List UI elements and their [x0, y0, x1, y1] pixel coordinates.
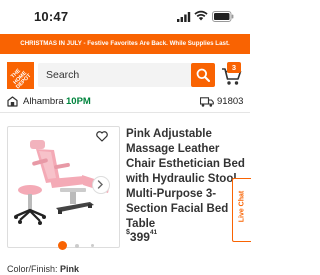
product-price: $39941 [126, 228, 157, 246]
delivery-truck-icon [200, 97, 214, 107]
divider [0, 112, 250, 113]
color-finish-label: Color/Finish: [7, 264, 58, 274]
store-icon [7, 96, 18, 107]
product-title: Pink Adjustable Massage Leather Chair Es… [126, 128, 245, 230]
home-depot-logo[interactable]: THE HOME DEPOT [7, 62, 34, 90]
carousel-dot[interactable] [91, 244, 94, 247]
price-whole: 399 [129, 230, 150, 244]
price-dollar-sign: $ [126, 229, 130, 236]
store-hours: 10PM [66, 96, 91, 107]
status-time: 10:47 [34, 9, 69, 24]
delivery-zip[interactable]: 91803 [217, 96, 243, 107]
carousel-next-button[interactable] [92, 176, 110, 194]
search-placeholder: Search [46, 69, 80, 81]
wifi-icon [194, 10, 208, 21]
favorite-heart-icon[interactable] [96, 131, 108, 142]
search-button[interactable] [191, 63, 215, 87]
cart-count-badge: 3 [227, 62, 241, 73]
search-input[interactable]: Search [38, 63, 214, 87]
store-name[interactable]: Alhambra [23, 96, 64, 107]
status-bar: 10:47 [0, 0, 250, 34]
search-icon [196, 68, 210, 82]
live-chat-button[interactable]: Live Chat [232, 178, 251, 242]
live-chat-label: Live Chat [238, 190, 246, 223]
promo-banner[interactable]: CHRISTMAS IN JULY - Festive Favorites Ar… [0, 34, 250, 54]
battery-icon [212, 11, 234, 22]
carousel-dot-active[interactable] [58, 241, 67, 250]
color-finish-value: Pink [60, 264, 80, 274]
signal-icon [177, 12, 191, 22]
price-cents: 41 [149, 229, 158, 236]
chevron-right-icon [97, 180, 103, 189]
color-finish: Color/Finish: Pink [7, 264, 79, 274]
carousel-dot[interactable] [75, 244, 79, 248]
